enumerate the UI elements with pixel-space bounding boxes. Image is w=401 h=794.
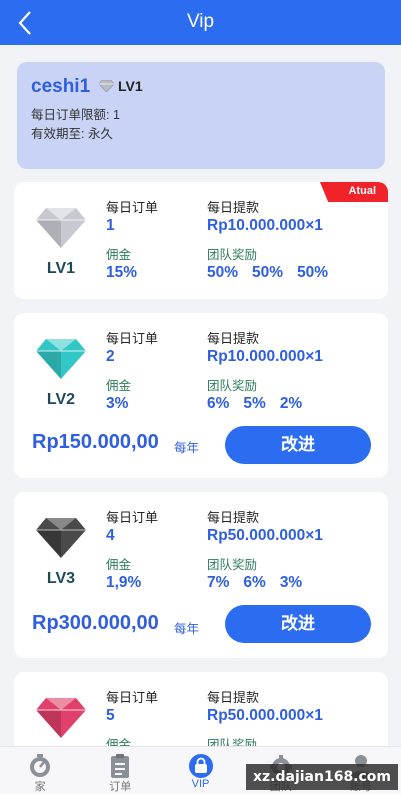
top-bar: Vip [0, 0, 401, 45]
upgrade-button[interactable]: 改进 [225, 426, 371, 464]
daily-orders-label: 每日订单 [106, 331, 159, 346]
diamond-icon [36, 518, 86, 558]
commission-value: 15% [106, 264, 138, 281]
level-name: LV1 [46, 260, 76, 277]
team-reward-label: 团队奖励 [207, 248, 258, 262]
team-reward-value: 3% [279, 574, 303, 591]
daily-orders-value: 2 [106, 348, 115, 365]
diamond-icon [36, 698, 86, 738]
daily-orders-value: 4 [106, 527, 115, 544]
commission-label: 佣金 [106, 558, 132, 572]
daily-withdraw-value: Rp10.000.000×1 [207, 217, 323, 234]
daily-withdraw-label: 每日提款 [207, 331, 260, 346]
team-rewards: 6% 5% 2% [207, 395, 302, 413]
commission-value: 1,9% [106, 574, 142, 591]
tab-home[interactable]: 家 [0, 747, 80, 794]
team-reward-label: 团队奖励 [207, 558, 258, 572]
upgrade-button[interactable]: 改进 [225, 605, 371, 643]
commission-label: 佣金 [106, 379, 132, 393]
daily-withdraw-value: Rp50.000.000×1 [207, 707, 323, 724]
daily-withdraw-label: 每日提款 [207, 200, 260, 215]
daily-orders-value: 1 [106, 217, 115, 234]
level-name: LV2 [46, 391, 76, 408]
page-title: Vip [186, 11, 215, 32]
daily-orders-label: 每日订单 [106, 510, 159, 525]
level-price: Rp300.000,00 [32, 612, 159, 634]
team-reward-value: 6% [207, 395, 230, 412]
commission-value: 3% [106, 395, 129, 412]
level-price: Rp150.000,00 [32, 431, 159, 453]
team-reward-value: 6% [243, 574, 266, 591]
level-name: LV3 [46, 570, 76, 587]
per-year-label: 每年 [174, 441, 200, 455]
daily-orders-value: 5 [106, 707, 115, 724]
per-year-label: 每年 [174, 622, 200, 636]
tab-label: 家 [34, 781, 46, 793]
user-info-card: ceshi1 LV1 每日订单限额: 1 有效期至: 永久 [17, 62, 385, 169]
user-level: LV1 [99, 78, 143, 94]
tab-orders[interactable]: 订单 [80, 747, 160, 794]
tab-vip[interactable]: VIP [160, 747, 240, 794]
valid-until: 有效期至: 永久 [31, 127, 113, 141]
vip-level-card: Atual LV1 每日订单 1 每日提款 Rp10.000.000×1 佣金 … [14, 182, 388, 299]
username: ceshi1 [31, 76, 91, 97]
tab-label: 订单 [109, 781, 132, 793]
diamond-icon [36, 208, 86, 248]
daily-withdraw-value: Rp10.000.000×1 [207, 348, 323, 365]
team-reward-value: 2% [279, 395, 303, 412]
team-rewards: 50% 50% 50% [207, 264, 328, 282]
tab-label: VIP [191, 778, 210, 790]
daily-withdraw-label: 每日提款 [207, 690, 260, 705]
diamond-icon [99, 80, 114, 92]
order-icon [111, 754, 130, 778]
team-reward-value: 5% [243, 395, 266, 412]
team-reward-label: 团队奖励 [207, 379, 258, 393]
current-level-badge: Atual [320, 182, 388, 202]
vip-level-card: LV2 每日订单 2 每日提款 Rp10.000.000×1 佣金 3% 团队奖… [14, 313, 388, 478]
vip-level-card: LV3 每日订单 4 每日提款 Rp50.000.000×1 佣金 1,9% 团… [14, 492, 388, 658]
team-rewards: 7% 6% 3% [207, 574, 302, 592]
daily-withdraw-label: 每日提款 [207, 510, 260, 525]
team-reward-value: 50% [207, 264, 239, 281]
diamond-icon [36, 339, 86, 379]
home-icon [30, 754, 51, 777]
daily-orders-label: 每日订单 [106, 690, 159, 705]
daily-order-limit: 每日订单限额: 1 [31, 108, 120, 122]
team-reward-value: 50% [252, 264, 284, 281]
watermark: xz.dajian168.com [246, 764, 398, 790]
daily-withdraw-value: Rp50.000.000×1 [207, 527, 323, 544]
vip-icon [188, 754, 213, 778]
user-level-label: LV1 [118, 78, 143, 94]
team-reward-value: 7% [207, 574, 230, 591]
team-reward-value: 50% [297, 264, 329, 281]
daily-orders-label: 每日订单 [106, 200, 159, 215]
commission-label: 佣金 [106, 248, 132, 262]
